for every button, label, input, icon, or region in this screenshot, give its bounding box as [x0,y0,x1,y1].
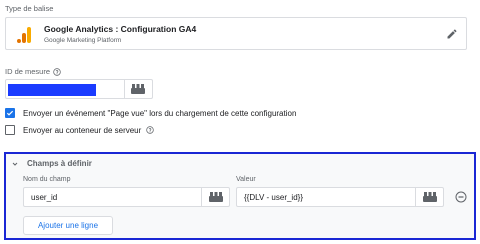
field-value-text: {{DLV - user_id}} [244,193,304,202]
option-send-page-view[interactable]: Envoyer un événement "Page vue" lors du … [5,108,296,118]
tag-type-title: Google Analytics : Configuration GA4 [44,24,197,34]
measurement-id-label: ID de mesure [5,67,61,76]
input-divider [201,188,202,206]
tag-type-card[interactable]: Google Analytics : Configuration GA4 Goo… [5,17,467,50]
field-name-column-label: Nom du champ [23,176,71,183]
field-value-input[interactable]: {{DLV - user_id}} [236,187,444,207]
help-icon[interactable] [53,67,61,76]
tag-type-subtitle: Google Marketing Platform [44,37,122,44]
fields-to-set-toggle[interactable]: Champs à définir [11,159,92,168]
option-send-to-server-label: Envoyer au conteneur de serveur [23,125,142,135]
edit-pencil-icon[interactable] [446,28,458,40]
measurement-id-label-text: ID de mesure [5,67,51,76]
checkmark-icon [6,110,14,116]
checkbox-unchecked[interactable] [5,125,15,135]
variable-picker-icon[interactable] [423,192,437,202]
google-analytics-icon [17,27,31,43]
remove-row-icon[interactable] [455,191,467,203]
chevron-down-icon [12,162,18,166]
fields-to-set-title: Champs à définir [27,159,92,168]
input-divider [124,80,125,98]
add-row-button[interactable]: Ajouter une ligne [23,216,113,235]
measurement-id-value-redacted [8,84,96,96]
help-icon[interactable] [146,126,154,134]
value-column-label: Valeur [236,176,256,183]
field-name-input[interactable]: user_id [23,187,230,207]
variable-picker-icon[interactable] [131,84,145,94]
input-divider [415,188,416,206]
option-send-to-server-container[interactable]: Envoyer au conteneur de serveur [5,125,154,135]
tag-type-label: Type de balise [5,4,54,13]
variable-picker-icon[interactable] [209,192,223,202]
checkbox-checked[interactable] [5,108,15,118]
field-name-value: user_id [31,193,58,202]
fields-to-set-panel: Champs à définir Nom du champ Valeur use… [4,152,476,240]
option-send-page-view-label: Envoyer un événement "Page vue" lors du … [23,108,297,118]
measurement-id-input[interactable] [5,79,153,99]
